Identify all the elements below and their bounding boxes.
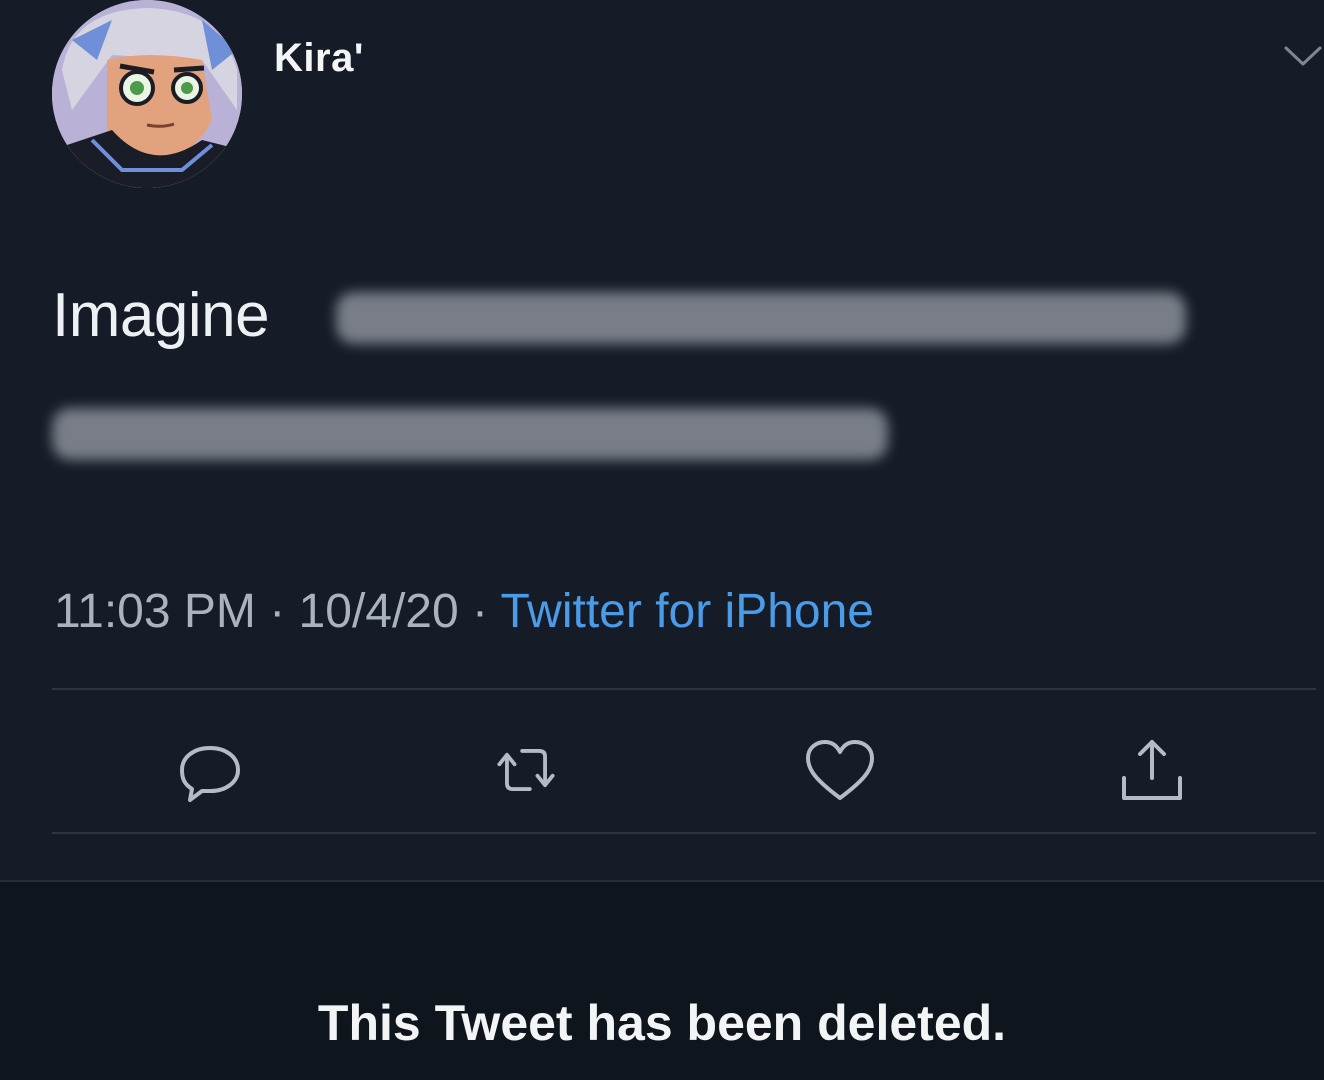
display-name[interactable]: Kira' (274, 36, 364, 81)
redacted-text (336, 292, 1186, 344)
tweet-text: Imagine (52, 281, 270, 350)
divider (52, 832, 1316, 834)
chevron-down-icon[interactable] (1282, 40, 1324, 70)
tweet-metadata: 11:03 PM · 10/4/20 · Twitter for iPhone (54, 584, 874, 639)
redacted-text (52, 408, 888, 460)
heart-icon (806, 740, 874, 800)
tweet-time: 11:03 PM (54, 585, 256, 638)
tweet-actions (0, 730, 1324, 810)
avatar-image (52, 0, 242, 188)
tweet-source-link[interactable]: Twitter for iPhone (501, 585, 875, 638)
retweet-button[interactable] (486, 730, 566, 810)
share-button[interactable] (1112, 730, 1192, 810)
tweet-card[interactable]: Kira' Imagine 11:03 PM · 10/4/20 · Twitt… (0, 0, 1324, 880)
avatar[interactable] (52, 0, 242, 188)
share-icon (1122, 740, 1182, 800)
divider (52, 688, 1316, 690)
like-button[interactable] (800, 730, 880, 810)
tweet-date: 10/4/20 (298, 585, 459, 638)
deleted-notice-bar: This Tweet has been deleted. (0, 880, 1324, 1080)
separator: · (255, 585, 299, 638)
reply-button[interactable] (170, 730, 250, 810)
reply-icon (180, 746, 240, 802)
separator: · (458, 585, 501, 638)
retweet-icon (497, 749, 555, 791)
deleted-notice: This Tweet has been deleted. (317, 995, 1007, 1051)
